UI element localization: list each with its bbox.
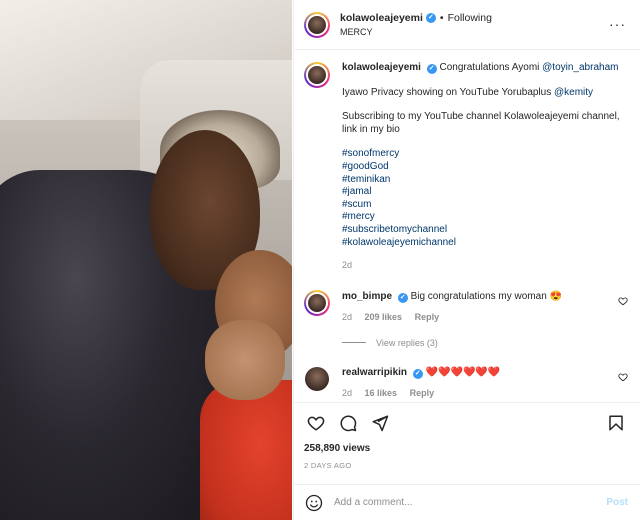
comment-item: mo_bimpe ✓ Big congratulations my woman … [304, 289, 630, 324]
author-username[interactable]: kolawoleajeyemi [340, 12, 423, 24]
header-separator: • [439, 12, 444, 24]
post-button[interactable]: Post [606, 497, 628, 508]
bookmark-icon[interactable] [604, 411, 628, 435]
comment-bubble-icon[interactable] [336, 411, 360, 435]
verified-badge-icon: ✓ [426, 64, 437, 74]
caption-line2: Iyawo Privacy showing on YouTube Yorubap… [342, 86, 554, 98]
reply-button[interactable]: Reply [410, 388, 435, 398]
add-comment-bar: Post [294, 484, 640, 520]
caption-username[interactable]: kolawoleajeyemi [342, 62, 421, 73]
comment-text: Big congratulations my woman [410, 290, 550, 302]
hashtag-link[interactable]: #goodGod [342, 161, 622, 174]
hashtag-link[interactable]: #kolawoleajeyemichannel [342, 237, 622, 250]
view-replies-button[interactable]: View replies (3) [342, 338, 630, 348]
post-header: kolawoleajeyemi ✓ • Following MERCY ··· [294, 0, 640, 50]
post-actions: 258,890 views 2 DAYS AGO [294, 402, 640, 484]
post-sidebar: kolawoleajeyemi ✓ • Following MERCY ··· … [293, 0, 640, 520]
comment-heart-icon[interactable] [618, 372, 628, 382]
hearts-emoji: ❤️❤️❤️❤️❤️❤️ [425, 366, 501, 378]
verified-badge-icon: ✓ [397, 292, 408, 303]
caption-line1: Congratulations Ayomi [439, 62, 543, 73]
replies-divider [342, 342, 366, 344]
hashtag-link[interactable]: #teminikan [342, 174, 622, 187]
post-subtitle: MERCY [340, 27, 373, 37]
comment-age: 2d [342, 311, 353, 322]
view-count[interactable]: 258,890 views [304, 443, 630, 454]
hashtag-link[interactable]: #scum [342, 199, 622, 212]
photo-hand [205, 320, 285, 400]
instagram-post: kolawoleajeyemi ✓ • Following MERCY ··· … [0, 0, 640, 520]
commenter-username[interactable]: realwarripikin [342, 367, 407, 378]
comment-heart-icon[interactable] [618, 296, 628, 306]
author-avatar[interactable] [304, 11, 330, 38]
comment-likes[interactable]: 209 likes [365, 312, 403, 322]
post-caption: kolawoleajeyemi ✓ Congratulations Ayomi … [304, 62, 630, 272]
commenter-avatar[interactable] [304, 289, 330, 316]
mention-link-toyin[interactable]: @toyin_abraham [542, 62, 618, 73]
caption-avatar[interactable] [304, 62, 330, 88]
comment-age: 2d [342, 387, 353, 398]
hashtag-link[interactable]: #subscribetomychannel [342, 224, 622, 237]
smiley-icon[interactable] [304, 493, 324, 513]
mention-link-kemity[interactable]: @kemity [554, 87, 593, 98]
hashtag-link[interactable]: #mercy [342, 211, 622, 224]
hashtag-list: #sonofmercy #goodGod #teminikan #jamal #… [342, 148, 622, 249]
post-date: 2 DAYS AGO [304, 461, 352, 470]
heart-eyes-emoji: 😍 [549, 290, 562, 302]
hashtag-link[interactable]: #jamal [342, 186, 622, 199]
photo-red-dress [200, 380, 292, 520]
caption-age: 2d [342, 260, 353, 271]
comment-input[interactable] [334, 497, 607, 508]
more-options-icon[interactable]: ··· [609, 17, 626, 31]
commenter-avatar[interactable] [304, 366, 330, 392]
comment-likes[interactable]: 16 likes [365, 388, 398, 398]
post-photo[interactable] [0, 0, 292, 520]
following-button[interactable]: Following [448, 12, 492, 24]
verified-badge-icon: ✓ [412, 368, 423, 379]
comments-section: kolawoleajeyemi ✓ Congratulations Ayomi … [294, 50, 640, 402]
comment-item: realwarripikin ✓ ❤️❤️❤️❤️❤️❤️ 2d 16 like… [304, 366, 630, 400]
heart-icon[interactable] [304, 411, 328, 435]
commenter-username[interactable]: mo_bimpe [342, 291, 392, 302]
caption-line3: Subscribing to my YouTube channel Kolawo… [342, 111, 620, 135]
paper-plane-icon[interactable] [368, 411, 392, 435]
view-replies-label: View replies (3) [376, 337, 438, 348]
hashtag-link[interactable]: #sonofmercy [342, 148, 622, 161]
verified-badge-icon: ✓ [425, 13, 436, 23]
reply-button[interactable]: Reply [415, 312, 440, 322]
